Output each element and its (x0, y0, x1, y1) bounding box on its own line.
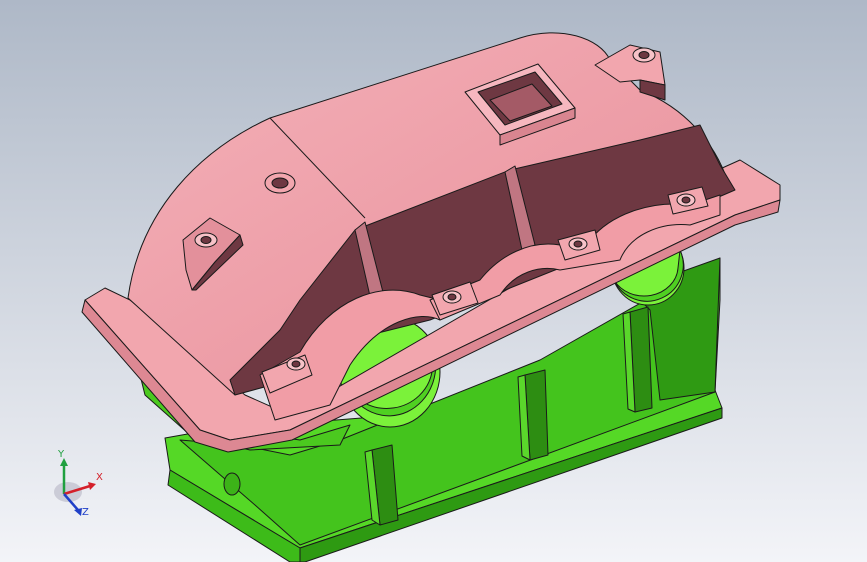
z-axis-label: Z (82, 507, 89, 518)
model-canvas[interactable] (0, 0, 867, 562)
y-axis-label: Y (58, 449, 65, 460)
x-axis-label: X (96, 472, 103, 483)
coordinate-triad (54, 458, 96, 516)
side-boss (223, 472, 241, 496)
graphics-viewport[interactable]: Y X Z (0, 0, 867, 562)
